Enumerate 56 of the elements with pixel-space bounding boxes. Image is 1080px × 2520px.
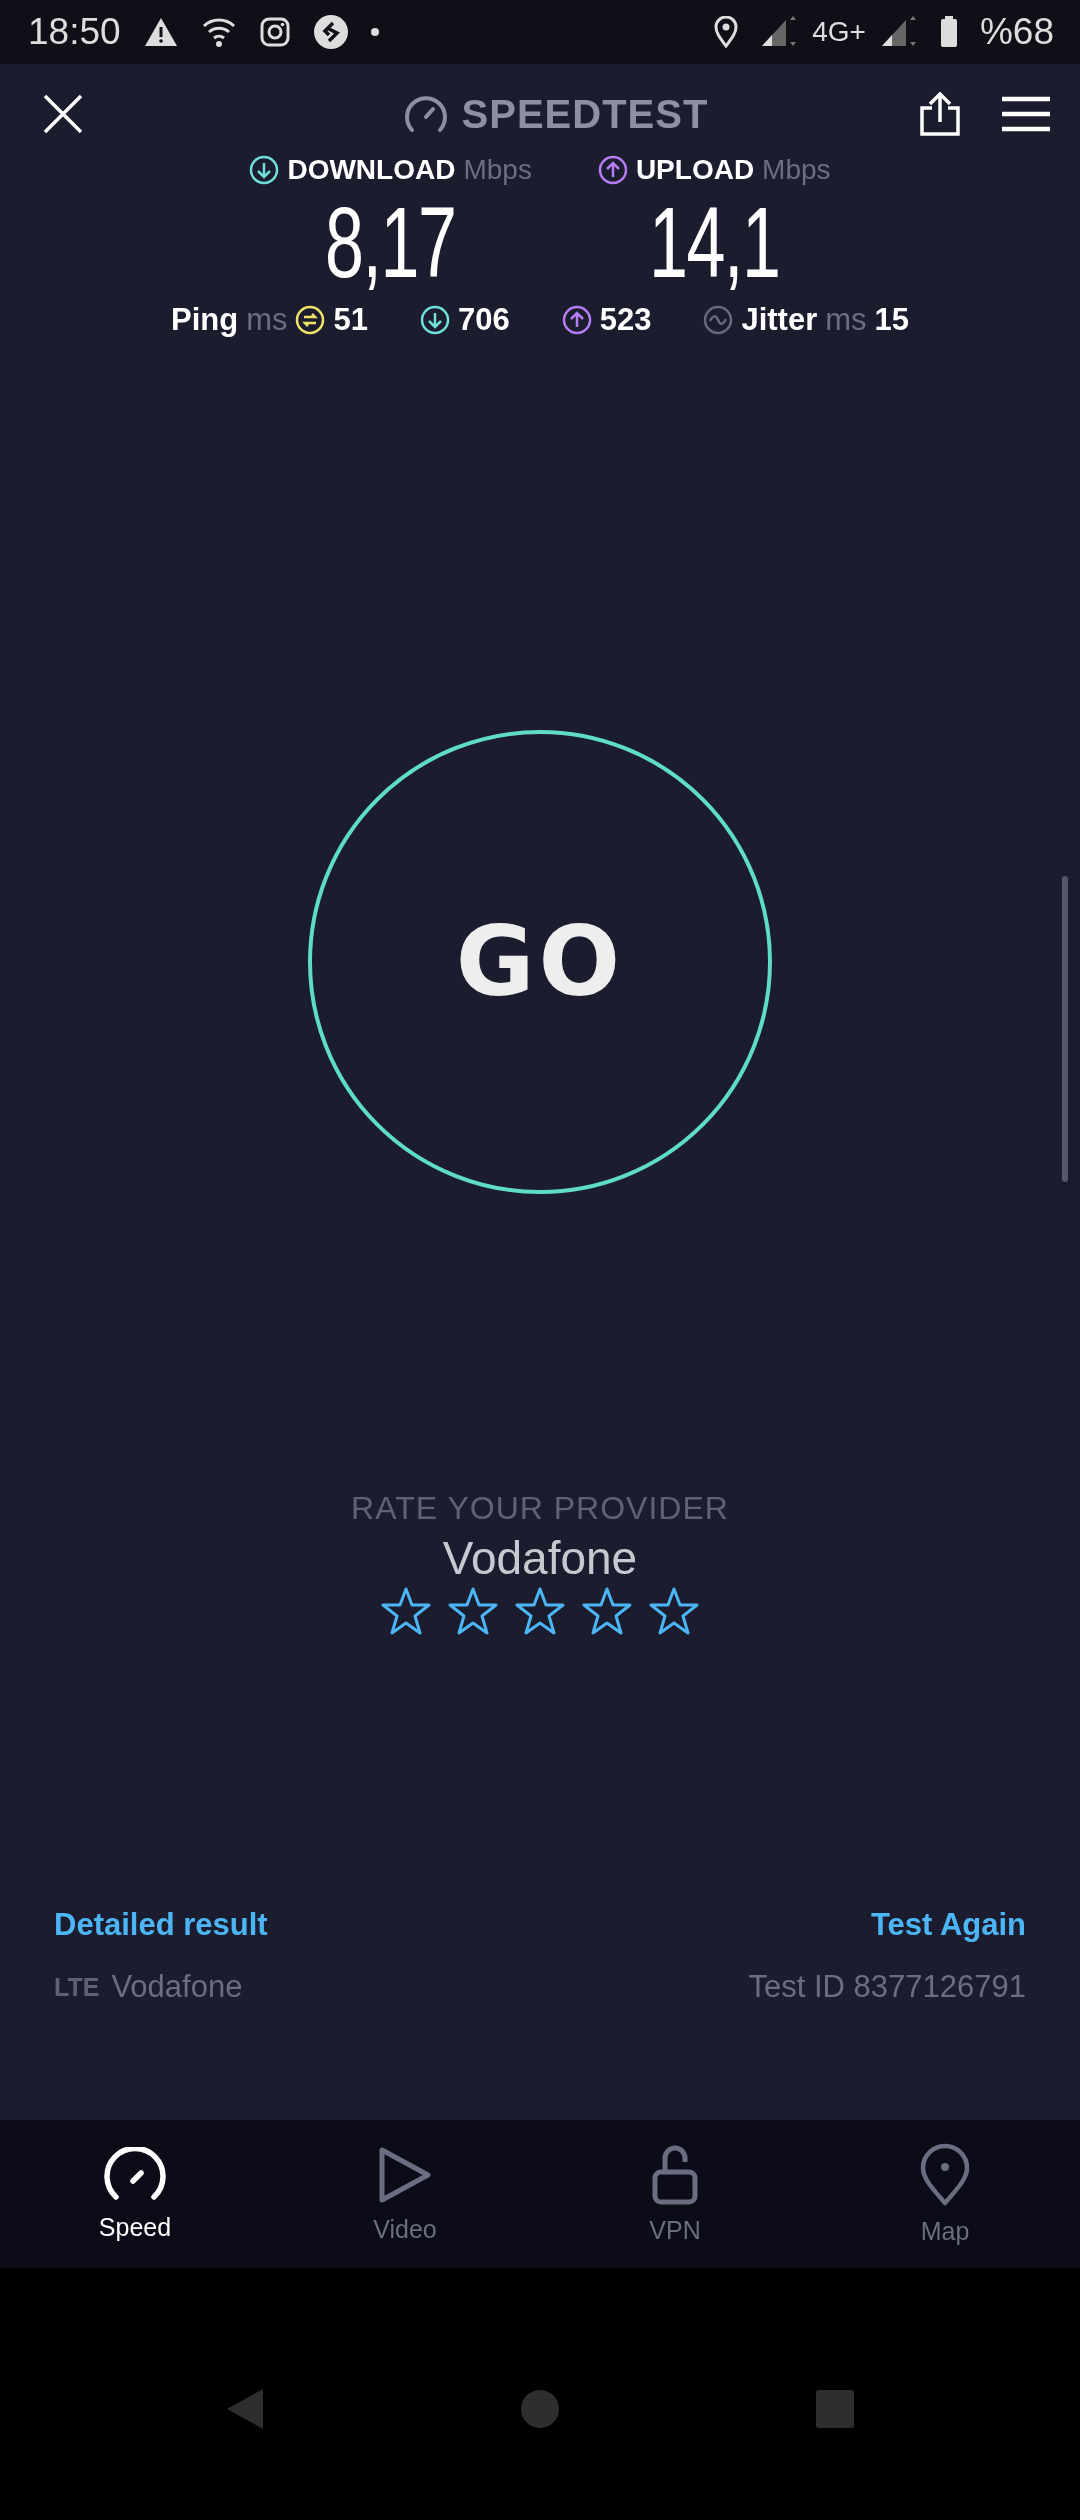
star-rating[interactable]	[381, 1587, 699, 1635]
latency-value: 706	[457, 302, 510, 338]
ping-value: 51	[333, 302, 368, 338]
clock: 18:50	[28, 11, 121, 53]
star-icon[interactable]	[649, 1587, 699, 1635]
location-icon	[714, 16, 739, 48]
notification-dot-icon	[370, 28, 379, 36]
speed-value: 8,17	[325, 186, 456, 298]
location-icon	[919, 2142, 971, 2207]
star-icon[interactable]	[448, 1587, 498, 1635]
go-button[interactable]: GO	[308, 730, 772, 1194]
network-type: 4G+	[812, 16, 866, 48]
connection-type: LTE	[54, 1972, 100, 2002]
unit-label: Mbps	[463, 154, 532, 186]
jitter-value: 15	[874, 302, 910, 338]
nav-tab[interactable]: Video	[270, 2120, 540, 2268]
app-icon	[312, 14, 349, 50]
signal-icon	[760, 16, 799, 48]
gauge-icon	[403, 95, 448, 133]
latency-value: 523	[599, 302, 652, 338]
ping-label: Ping	[170, 302, 239, 338]
result-label: UPLOAD	[635, 154, 755, 186]
camera-icon	[258, 16, 291, 48]
unit-label: ms	[246, 302, 288, 338]
battery-level: %68	[979, 11, 1054, 53]
padlock-icon	[652, 2143, 698, 2206]
nav-tab[interactable]: VPN	[540, 2120, 810, 2268]
gauge-icon	[103, 2146, 167, 2203]
app-title: SPEEDTEST	[461, 91, 709, 137]
warning-icon	[142, 16, 179, 48]
rating-prompt: RATE YOUR PROVIDER	[351, 1490, 729, 1527]
star-icon[interactable]	[515, 1587, 565, 1635]
download-icon	[419, 305, 450, 335]
test-id: Test ID 8377126791	[748, 1969, 1026, 2005]
unit-label: ms	[825, 302, 867, 338]
result-label: DOWNLOAD	[287, 154, 456, 186]
star-icon[interactable]	[582, 1587, 632, 1635]
menu-icon[interactable]	[1002, 96, 1050, 132]
jitter-icon	[703, 305, 734, 335]
upload-icon	[561, 305, 592, 335]
detailed-result-link[interactable]: Detailed result	[54, 1907, 268, 1943]
battery-icon	[939, 16, 958, 48]
provider-name: Vodafone	[442, 1531, 638, 1585]
nav-tab[interactable]: Speed	[0, 2120, 270, 2268]
close-icon[interactable]	[42, 93, 84, 135]
star-icon[interactable]	[381, 1587, 431, 1635]
ping-icon	[295, 305, 326, 335]
speed-value: 14,1	[648, 186, 780, 298]
jitter-label: Jitter	[741, 302, 818, 338]
nav-tab[interactable]: Map	[810, 2120, 1080, 2268]
carrier-name: Vodafone	[111, 1969, 243, 2005]
signal-icon	[879, 16, 918, 48]
share-icon[interactable]	[918, 92, 962, 136]
test-again-link[interactable]: Test Again	[871, 1907, 1026, 1943]
wifi-icon	[200, 16, 237, 48]
unit-label: Mbps	[762, 154, 831, 186]
